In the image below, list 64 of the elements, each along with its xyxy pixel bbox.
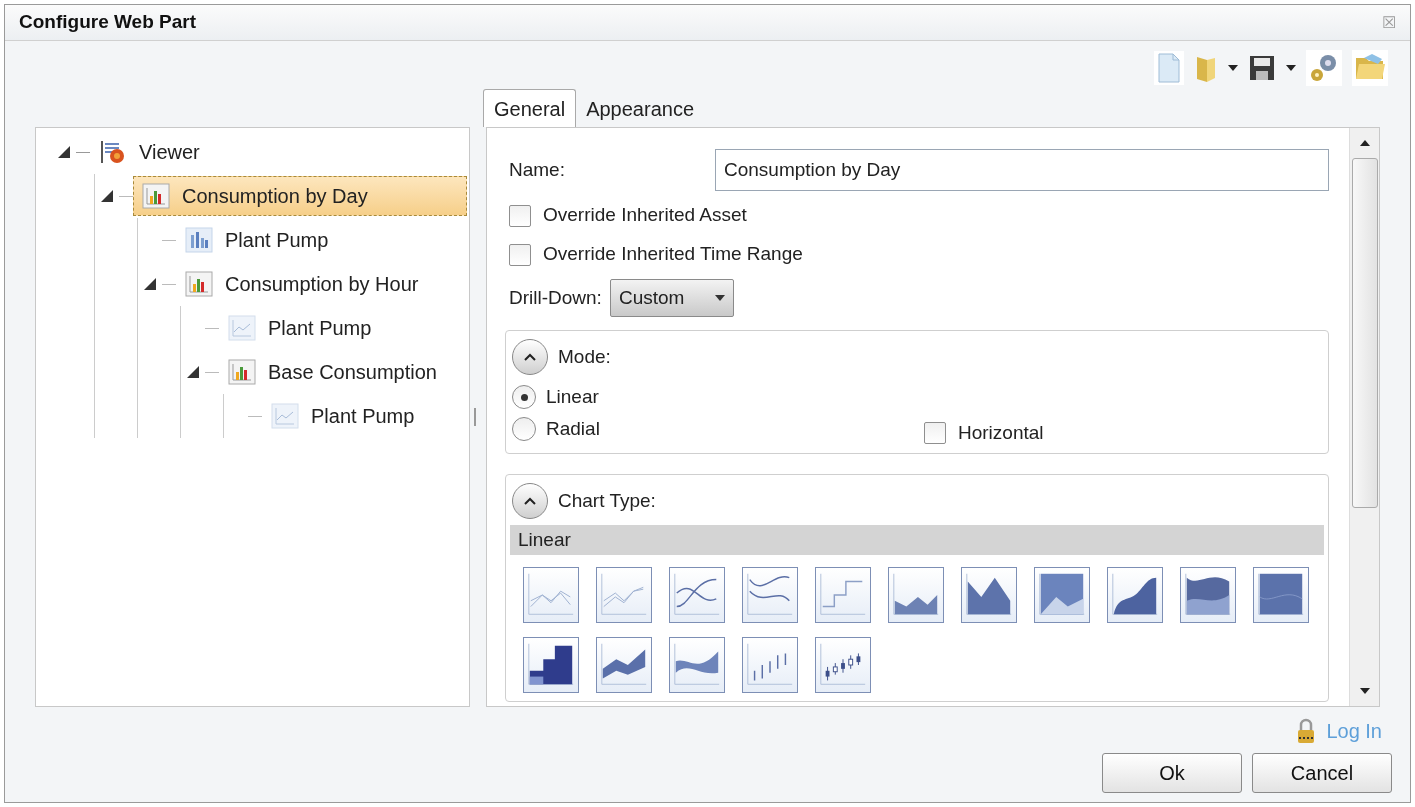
tree-item[interactable]: Consumption by Hour — [176, 264, 436, 304]
name-input-field[interactable]: Consumption by Day — [715, 149, 1329, 191]
chart-type-option-icon[interactable] — [596, 637, 652, 693]
chart-type-option-icon[interactable] — [815, 637, 871, 693]
chart-type-title: Chart Type: — [558, 488, 656, 513]
vertical-scrollbar[interactable] — [1349, 128, 1379, 706]
scroll-up-arrow-icon[interactable] — [1359, 140, 1370, 146]
checkbox[interactable] — [509, 243, 531, 266]
chart-type-option-icon[interactable] — [1107, 567, 1163, 623]
chart-type-option-icon[interactable] — [523, 637, 579, 693]
gears-icon[interactable] — [1306, 50, 1342, 86]
radio-label: Linear — [546, 384, 599, 409]
group-header: Linear — [510, 525, 1324, 555]
bar-chart-icon — [185, 271, 213, 297]
chart-type-option-icon[interactable] — [1253, 567, 1309, 623]
chevron-icon — [523, 352, 537, 362]
chart-type-option-icon[interactable] — [1180, 567, 1236, 623]
radio-label: Radial — [546, 416, 600, 441]
line-chart-icon — [228, 315, 256, 341]
collapse-triangle-icon[interactable] — [186, 365, 200, 379]
tree-item[interactable]: Plant Pump — [262, 396, 432, 436]
save-icon[interactable] — [1248, 54, 1276, 82]
chart-type-option-icon[interactable] — [961, 567, 1017, 623]
checkbox[interactable] — [924, 422, 946, 444]
padlock-icon — [1296, 718, 1317, 744]
checkbox[interactable] — [509, 204, 531, 227]
dropdown-caret-icon[interactable] — [1228, 65, 1238, 71]
mode-title: Mode: — [558, 344, 611, 369]
scrollbar-thumb[interactable] — [1351, 158, 1378, 508]
line-chart-icon — [271, 403, 299, 429]
collapse-triangle-icon[interactable] — [57, 145, 71, 159]
collapse-triangle-icon[interactable] — [143, 277, 157, 291]
name-label: Name: — [509, 157, 566, 182]
drill-down-dropdown[interactable]: Custom — [609, 279, 734, 317]
tree-item[interactable]: Plant Pump — [176, 220, 346, 260]
checkbox-label: Horizontal — [958, 420, 1044, 445]
window-title: Configure Web Part — [19, 10, 196, 35]
collapse-triangle-icon[interactable] — [100, 189, 114, 203]
bar-chart-icon — [228, 359, 256, 385]
viewer-icon — [99, 139, 127, 165]
checkbox-label: Override Inherited Time Range — [543, 242, 803, 267]
radio-button[interactable] — [512, 417, 536, 441]
splitter-handle[interactable] — [474, 408, 476, 426]
dropdown-caret-icon — [714, 295, 725, 301]
chart-type-option-icon[interactable] — [742, 567, 798, 623]
dialog-button[interactable]: Cancel — [1252, 753, 1392, 793]
collapse-button[interactable] — [512, 339, 548, 375]
bar-chart-icon — [142, 183, 170, 209]
tab[interactable]: Appearance — [576, 91, 705, 127]
dropdown-caret-icon[interactable] — [1286, 65, 1296, 71]
tree-item[interactable]: Base Consumption — [219, 352, 454, 392]
drill-down-label: Drill-Down: — [509, 285, 602, 310]
column-chart-icon — [185, 227, 213, 253]
radio-button[interactable] — [512, 385, 536, 409]
checkbox-label: Override Inherited Asset — [543, 203, 747, 228]
collapse-button[interactable] — [512, 483, 548, 519]
chevron-icon — [523, 496, 537, 506]
dialog-button[interactable]: Ok — [1102, 753, 1242, 793]
tab[interactable]: General — [483, 89, 577, 127]
chart-type-option-icon[interactable] — [669, 567, 725, 623]
scroll-down-arrow-icon[interactable] — [1359, 688, 1370, 694]
tree-item[interactable]: Plant Pump — [219, 308, 389, 348]
tree-item[interactable]: Viewer — [90, 132, 217, 172]
tree-item[interactable]: Consumption by Day — [133, 176, 467, 216]
